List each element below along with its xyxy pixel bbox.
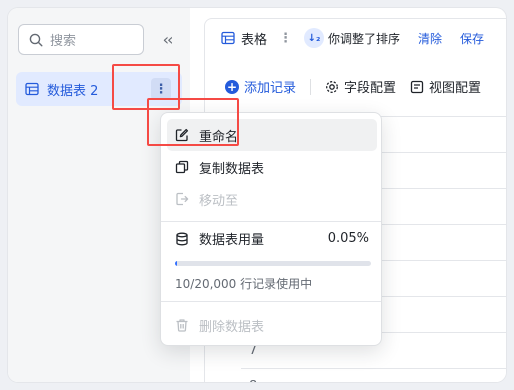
rename-label: 重命名 [199, 129, 239, 145]
rename-menu-item[interactable]: 重命名 [167, 119, 377, 151]
gear-icon [326, 80, 338, 93]
toolbar-divider [310, 78, 312, 95]
usage-progress-bar [175, 261, 371, 266]
sort-notice-text: 你调整了排序 [328, 31, 401, 46]
menu-divider [161, 221, 381, 222]
delete-table-menu-item[interactable]: 删除数据表 [167, 309, 377, 341]
search-icon [29, 33, 43, 47]
toolbar: + 添加记录 字段配置 视图配置 [205, 57, 506, 117]
usage-detail: 10/20,000 行记录使用中 [175, 277, 313, 291]
table-usage: 数据表用量 0.05% [175, 229, 369, 248]
usage-progress-fill [175, 261, 177, 266]
sort-icon: ↓₂ [304, 28, 325, 48]
table-icon [25, 82, 39, 96]
save-sort-button[interactable]: 保存 [460, 30, 484, 47]
edit-icon [175, 128, 189, 142]
clear-sort-button[interactable]: 清除 [418, 30, 442, 47]
search-placeholder: 搜索 [50, 34, 77, 49]
vertical-dots-icon[interactable]: ⋮ [151, 78, 171, 100]
field-config-label: 字段配置 [344, 81, 397, 96]
database-icon [176, 232, 188, 245]
search-input[interactable]: 搜索 [18, 24, 144, 55]
view-config-label: 视图配置 [429, 81, 482, 96]
app-window: 搜索 ‹‹ 数据表 2 ⋮ 表格 ⋮ ↓₂ 你调整了排序 清除 保存 + 添加记… [8, 8, 506, 382]
move-to-label: 移动至 [199, 193, 239, 209]
trash-icon [176, 319, 188, 332]
view-config-button[interactable]: 视图配置 [410, 77, 481, 96]
table-context-menu: 重命名 复制数据表 移动至 数据表用量 0.05% 10/20,000 行记录使… [160, 112, 382, 346]
field-config-button[interactable]: 字段配置 [325, 77, 396, 96]
usage-percent: 0.05% [327, 231, 369, 246]
copy-icon [175, 160, 189, 174]
menu-divider [161, 301, 381, 302]
add-record-label: 添加记录 [244, 81, 297, 96]
duplicate-table-menu-item[interactable]: 复制数据表 [167, 151, 377, 183]
plus-icon: + [225, 79, 239, 94]
delete-table-label: 删除数据表 [199, 319, 265, 335]
table-row[interactable]: 8 [241, 369, 506, 382]
move-to-menu-item[interactable]: 移动至 [167, 183, 377, 215]
table-icon [221, 31, 235, 45]
add-record-button[interactable]: + 添加记录 [225, 77, 296, 96]
view-more-icon[interactable]: ⋮ [279, 31, 292, 46]
double-chevron-left-icon[interactable]: ‹‹ [156, 28, 178, 50]
usage-label: 数据表用量 [199, 233, 265, 248]
view-config-icon [410, 80, 424, 93]
view-title[interactable]: 表格 [241, 29, 267, 48]
sidebar-item-label: 数据表 2 [47, 83, 99, 99]
duplicate-table-label: 复制数据表 [199, 161, 265, 177]
move-icon [176, 192, 189, 206]
sort-notice: ↓₂ 你调整了排序 [304, 28, 400, 48]
view-header: 表格 ⋮ ↓₂ 你调整了排序 清除 保存 [205, 19, 506, 57]
